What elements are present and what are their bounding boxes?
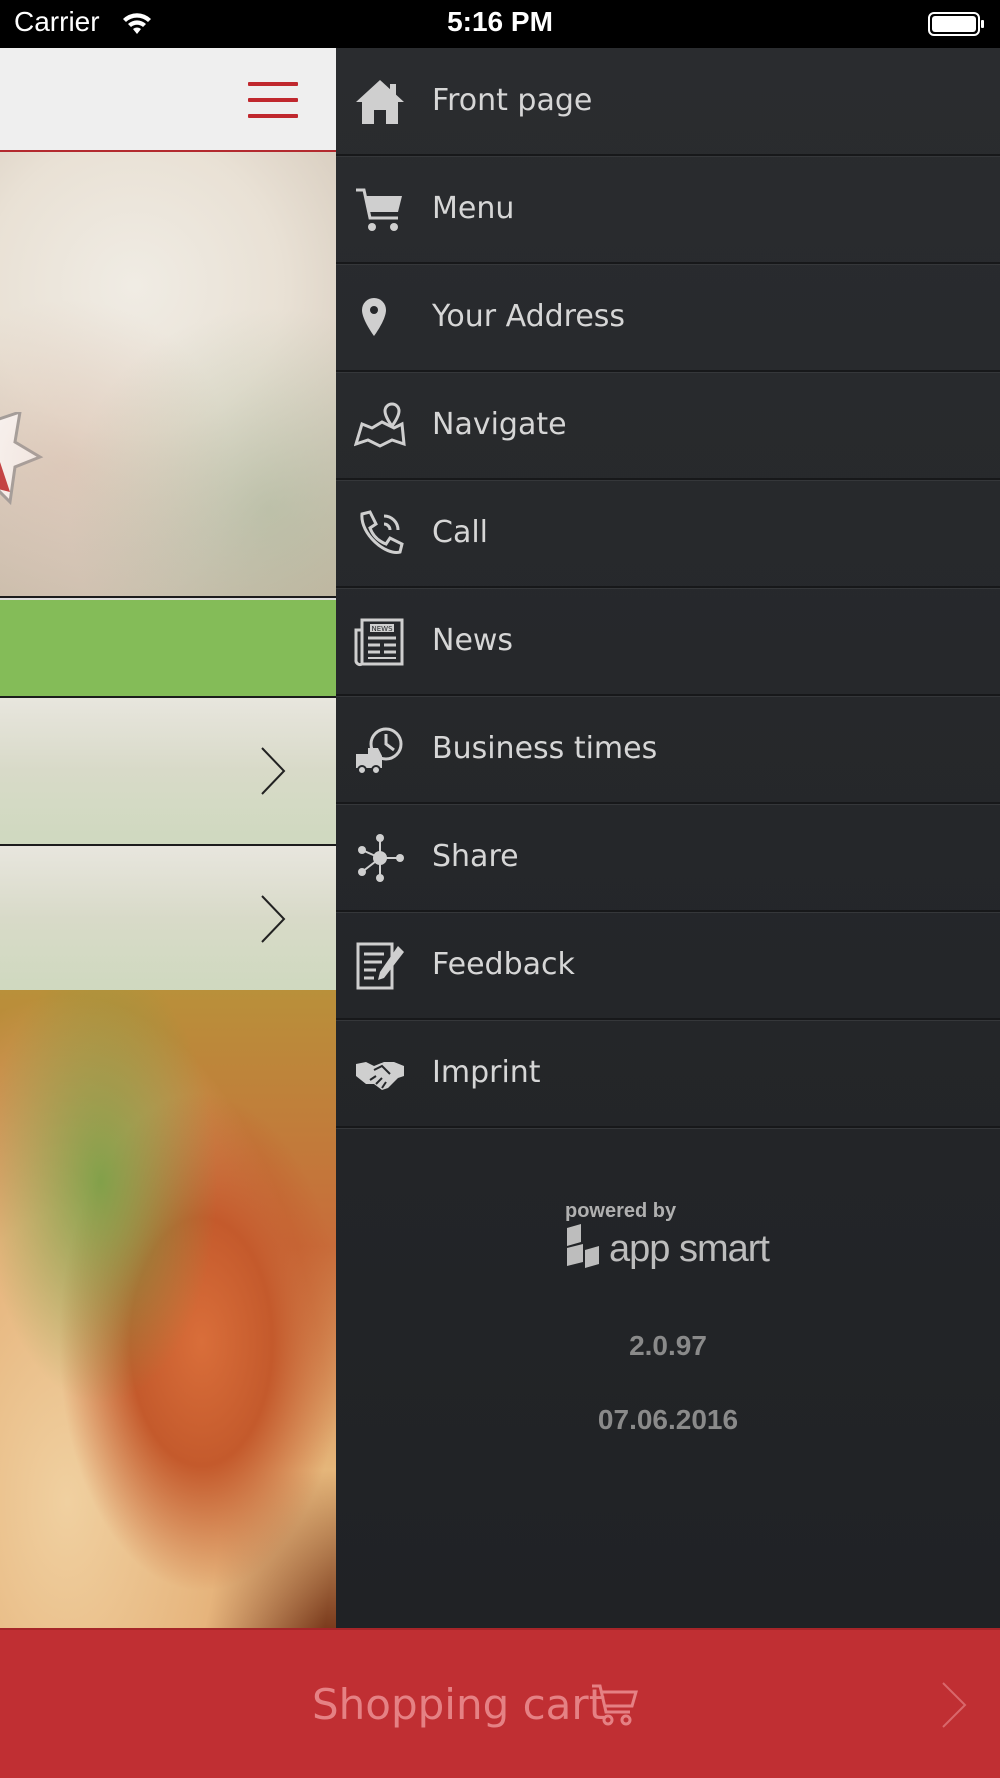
map-icon [354, 402, 406, 448]
drawer-item-navigate[interactable]: Navigate [336, 372, 1000, 480]
delivery-clock-icon [356, 727, 403, 775]
drawer-item-front-page[interactable]: Front page [336, 48, 1000, 156]
share-icon [358, 834, 404, 882]
drawer-item-news[interactable]: NEWS News [336, 588, 1000, 696]
drawer-item-label: Menu [432, 191, 515, 226]
shopping-cart-label: Shopping cart [312, 1680, 606, 1729]
handshake-icon [356, 1062, 404, 1090]
newspaper-icon: NEWS [354, 618, 404, 667]
green-banner[interactable] [0, 600, 336, 696]
battery-icon [928, 12, 984, 36]
drawer-item-label: Business times [432, 731, 658, 766]
app-header [0, 48, 336, 152]
status-time: 5:16 PM [447, 6, 553, 37]
shopping-cart-bar[interactable]: Shopping cart [0, 1628, 1000, 1778]
cart-icon [592, 1684, 638, 1726]
cart-icon [356, 188, 402, 231]
chevron-right-icon [261, 747, 286, 795]
drawer-item-label: Feedback [432, 947, 575, 982]
drawer-item-imprint[interactable]: Imprint [336, 1020, 1000, 1128]
appsmart-logo: app smart [565, 1224, 775, 1282]
hero-image [0, 152, 336, 598]
logo-star-icon [0, 412, 44, 506]
feedback-icon [356, 942, 404, 990]
drawer-item-label: News [432, 623, 514, 658]
divider [0, 596, 336, 598]
pizza-image [0, 990, 336, 1628]
list-item[interactable] [0, 846, 336, 992]
drawer-item-label: Front page [432, 83, 593, 118]
list-item[interactable] [0, 698, 336, 844]
app-version: 2.0.97 [629, 1330, 707, 1361]
drawer-item-business-times[interactable]: Business times [336, 696, 1000, 804]
chevron-right-icon [261, 895, 286, 943]
navigation-drawer: Front page Menu Your Address Navigate Ca… [336, 48, 1000, 1628]
background-app [0, 48, 336, 1628]
drawer-item-call[interactable]: Call [336, 480, 1000, 588]
home-icon [356, 80, 404, 124]
drawer-item-label: Navigate [432, 407, 567, 442]
powered-by-label: powered by [565, 1200, 677, 1222]
drawer-item-label: Call [432, 515, 489, 550]
phone-icon [360, 510, 404, 554]
status-bar: Carrier 5:16 PM [0, 0, 1000, 48]
appsmart-logo-icon [567, 1224, 599, 1268]
drawer-item-label: Share [432, 839, 519, 874]
chevron-right-icon [942, 1682, 967, 1728]
drawer-item-menu[interactable]: Menu [336, 156, 1000, 264]
drawer-item-feedback[interactable]: Feedback [336, 912, 1000, 1020]
location-pin-icon [362, 298, 386, 336]
drawer-item-your-address[interactable]: Your Address [336, 264, 1000, 372]
build-date: 07.06.2016 [597, 1404, 739, 1435]
appsmart-logo-text: app smart [609, 1228, 770, 1270]
drawer-item-share[interactable]: Share [336, 804, 1000, 912]
news-icon-text: NEWS [371, 625, 393, 633]
drawer-item-label: Imprint [432, 1055, 541, 1090]
drawer-item-label: Your Address [432, 299, 626, 334]
hamburger-menu-icon[interactable] [248, 82, 298, 118]
